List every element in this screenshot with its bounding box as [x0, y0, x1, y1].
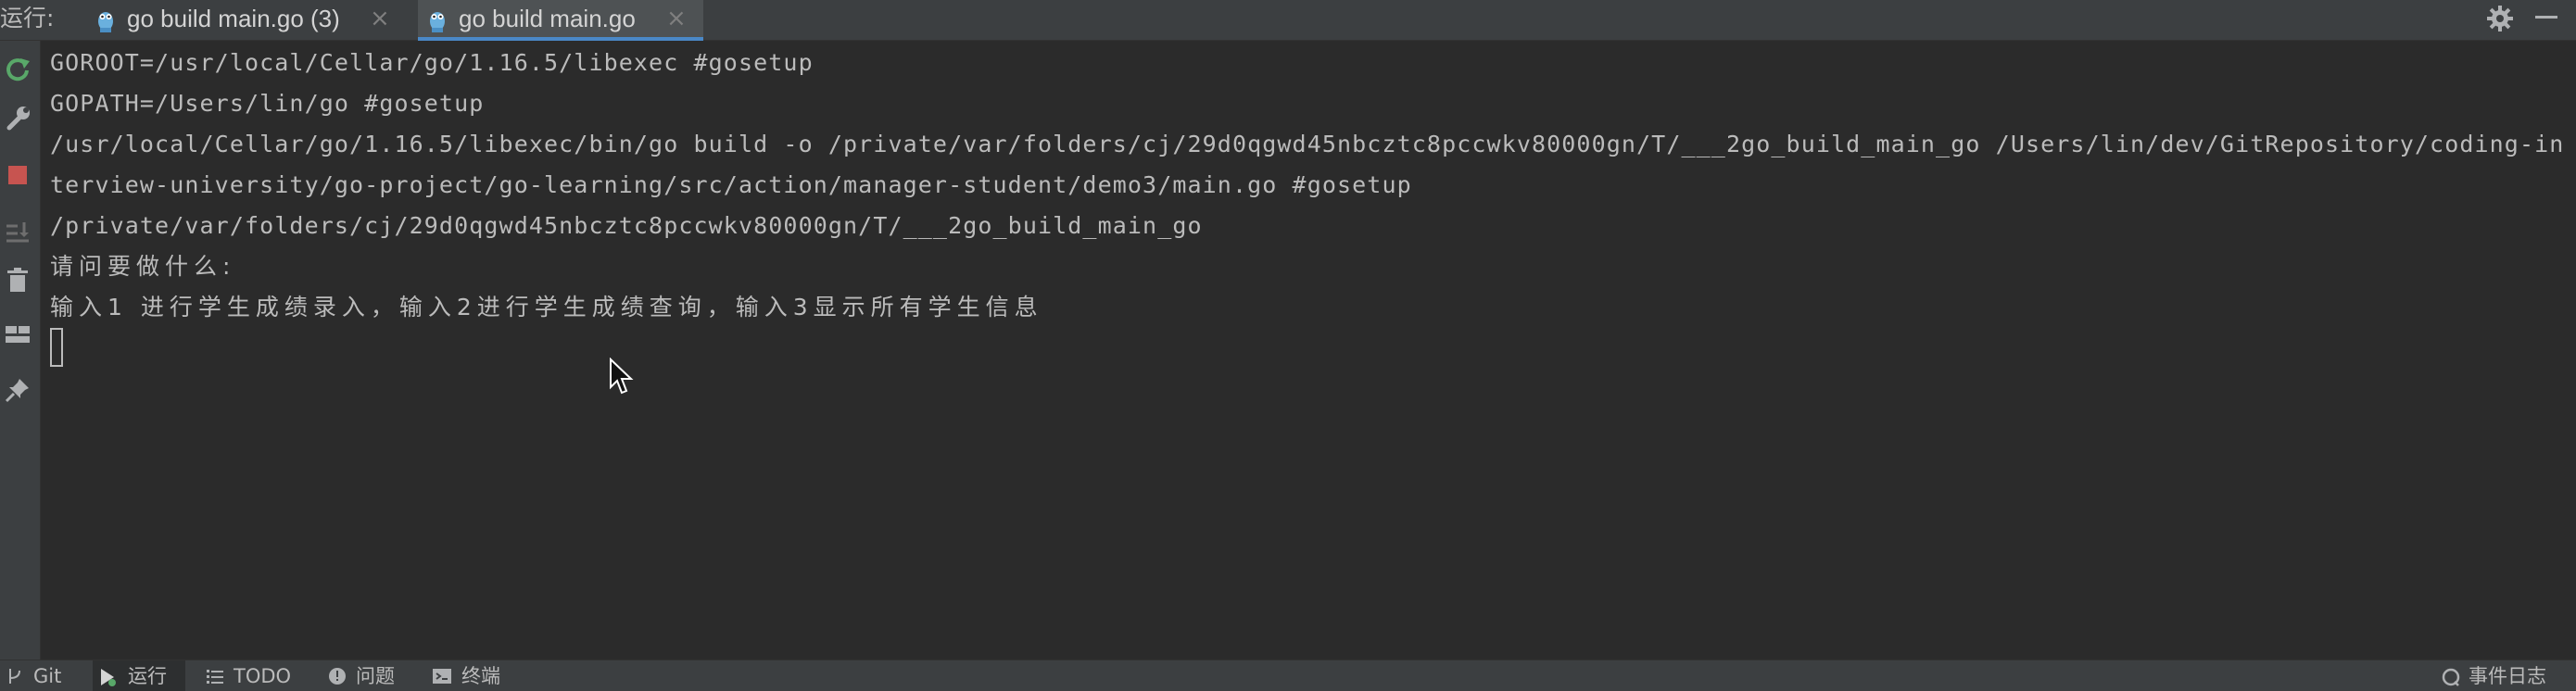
tab-label: go build main.go (3): [127, 5, 340, 32]
run-tool-window: 运行: go build main.go (3) × go build main…: [0, 0, 2576, 691]
sort-down-icon[interactable]: [2, 217, 33, 248]
todo-label: TODO: [234, 665, 292, 687]
run-label: 运行:: [0, 5, 55, 31]
run-play-icon: [101, 669, 116, 686]
terminal-icon: [433, 669, 451, 684]
go-gopher-icon: [430, 12, 445, 32]
pin-icon[interactable]: [2, 374, 33, 406]
event-log-tool-button[interactable]: 事件日志: [2441, 660, 2572, 691]
problems-info-icon: [329, 668, 346, 685]
close-tab-icon[interactable]: ×: [666, 0, 687, 37]
tab-go-build-main[interactable]: go build main.go ×: [418, 0, 703, 41]
console-line: /usr/local/Cellar/go/1.16.5/libexec/bin/…: [50, 131, 2565, 157]
go-gopher-icon: [98, 12, 113, 32]
stop-icon[interactable]: [2, 159, 33, 191]
problems-tool-button[interactable]: 问题: [328, 660, 411, 691]
run-tab-bar: 运行: go build main.go (3) × go build main…: [0, 0, 2576, 41]
terminal-label: 终端: [461, 665, 500, 687]
console-line: GOROOT=/usr/local/Cellar/go/1.16.5/libex…: [50, 49, 814, 76]
trash-icon[interactable]: [2, 265, 33, 296]
event-log-bubble-icon: [2442, 668, 2460, 686]
console-line: GOPATH=/Users/lin/go #gosetup: [50, 90, 485, 117]
close-tab-icon[interactable]: ×: [370, 0, 390, 37]
git-tool-button[interactable]: Git: [6, 660, 72, 691]
tab-go-build-main-3[interactable]: go build main.go (3) ×: [86, 0, 399, 41]
console-prompt-line: 请问要做什么:: [50, 253, 236, 280]
terminal-tool-button[interactable]: 终端: [432, 660, 524, 691]
problems-label: 问题: [356, 665, 395, 687]
bottom-tool-bar: Git 运行 TODO 问题 终端 事件日志: [0, 660, 2576, 691]
todo-tool-button[interactable]: TODO: [206, 660, 309, 691]
run-tool-button[interactable]: 运行: [93, 660, 185, 691]
console-menu-line: 输入1 进行学生成绩录入，输入2进行学生成绩查询，输入3显示所有学生信息: [50, 294, 1043, 320]
console-line: /private/var/folders/cj/29d0qgwd45nbcztc…: [50, 212, 1203, 239]
event-log-label: 事件日志: [2469, 665, 2546, 687]
todo-list-icon: [207, 670, 223, 684]
wrench-icon[interactable]: [2, 102, 33, 133]
console-line: terview-university/go-project/go-learnin…: [50, 171, 1412, 198]
layout-icon[interactable]: [2, 319, 33, 350]
settings-gear-icon[interactable]: [2485, 4, 2515, 33]
console-output[interactable]: GOROOT=/usr/local/Cellar/go/1.16.5/libex…: [42, 41, 2576, 660]
mouse-pointer-icon: [610, 358, 634, 395]
tab-label: go build main.go: [459, 5, 636, 32]
run-side-toolbar: [0, 41, 41, 660]
input-caret[interactable]: [50, 328, 63, 367]
minimize-icon[interactable]: [2535, 16, 2557, 19]
rerun-icon[interactable]: [2, 54, 33, 85]
git-branch-icon: [9, 669, 20, 684]
run-label: 运行: [128, 665, 167, 687]
git-label: Git: [33, 665, 62, 687]
